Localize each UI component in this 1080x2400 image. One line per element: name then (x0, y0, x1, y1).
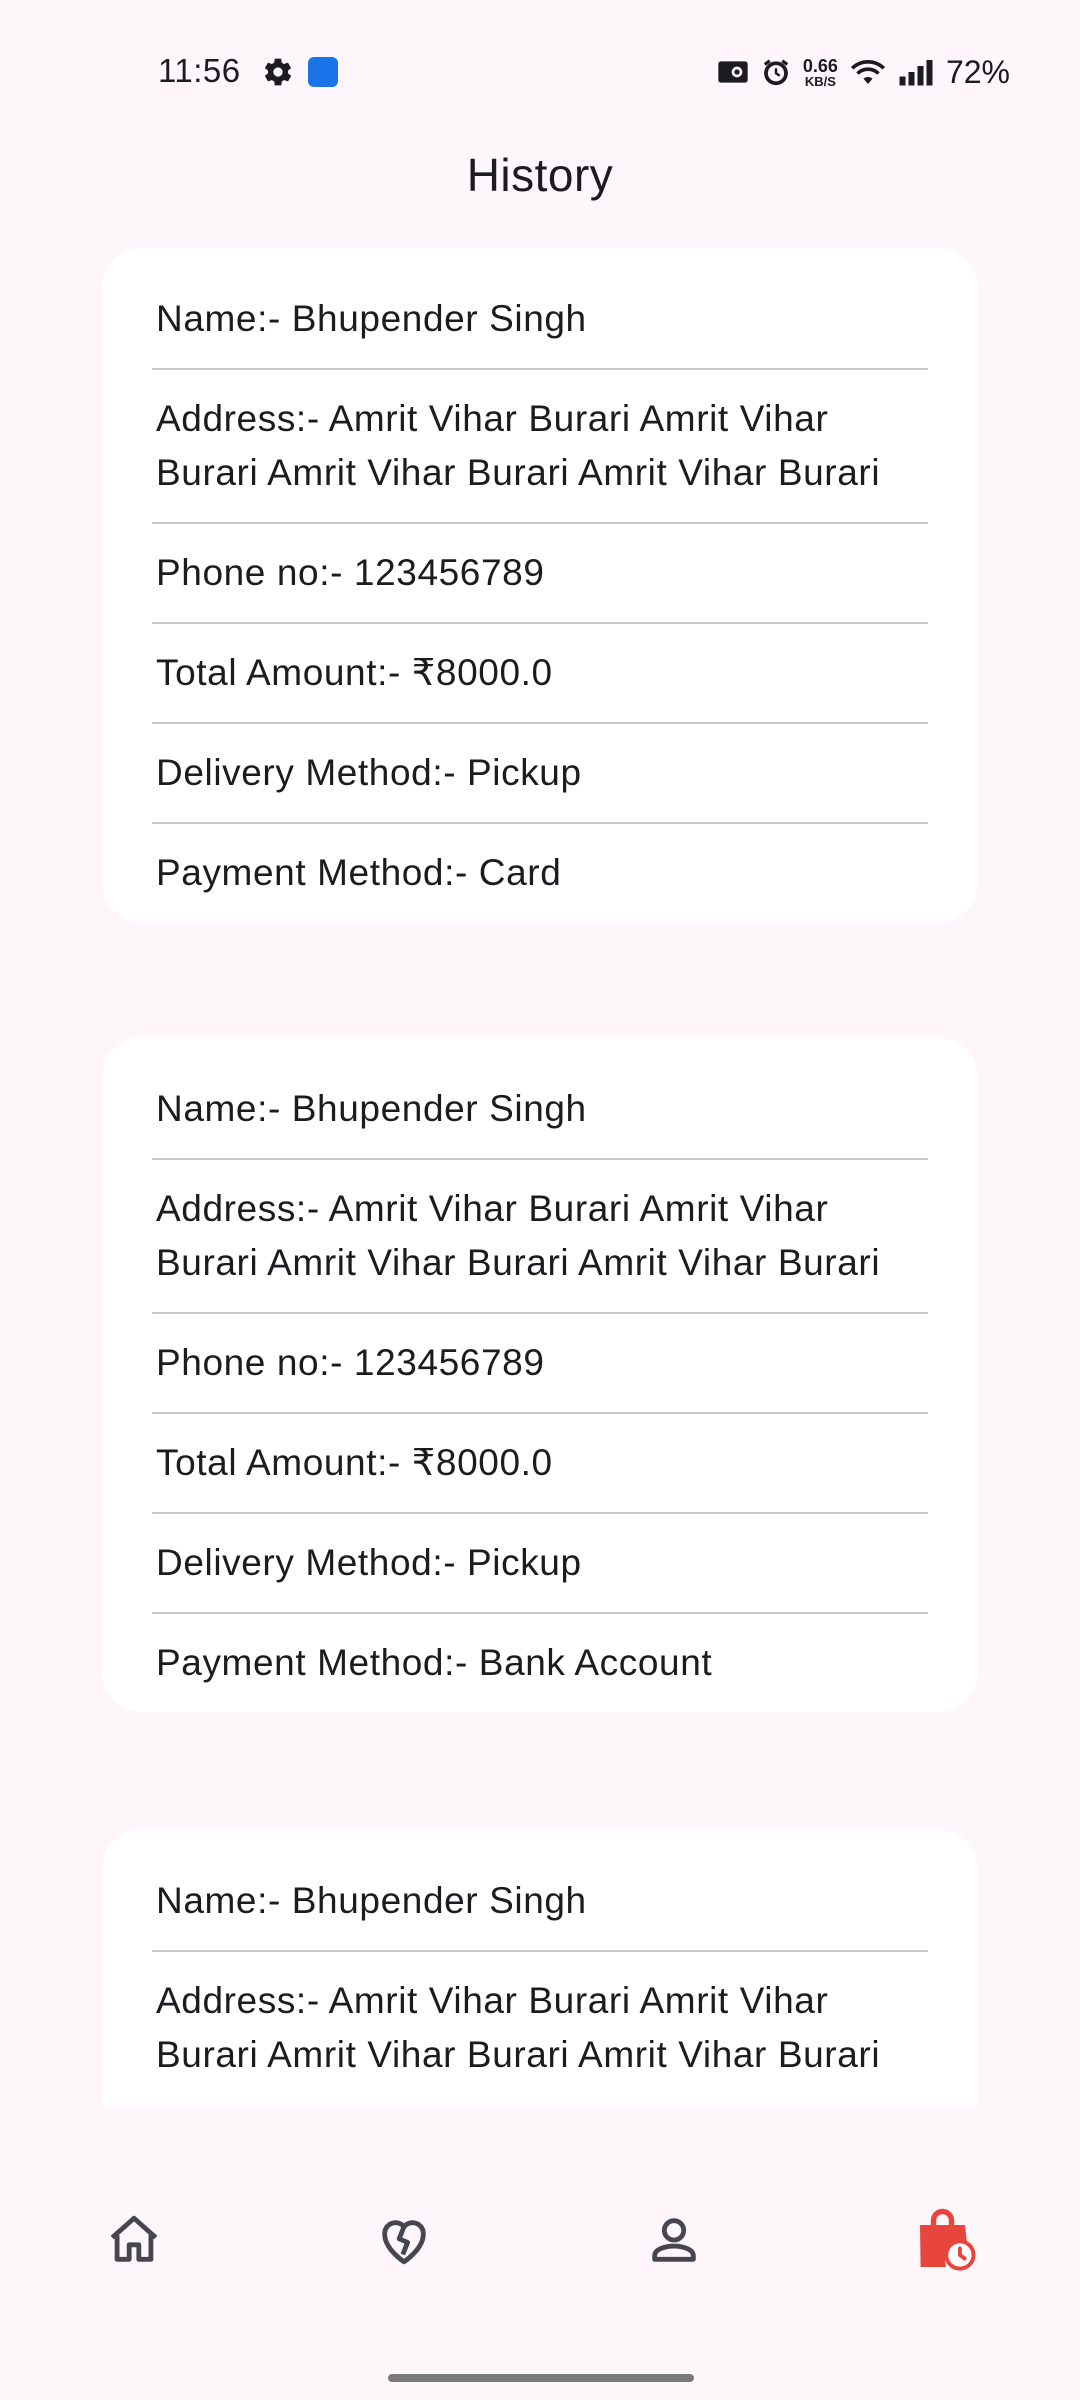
order-card[interactable]: Name:- Bhupender Singh Address:- Amrit V… (102, 1038, 978, 1712)
order-delivery-method: Delivery Method:- Pickup (152, 1514, 928, 1614)
home-indicator[interactable] (388, 2374, 694, 2382)
order-phone: Phone no:- 123456789 (152, 524, 928, 624)
nav-favorites[interactable] (362, 2198, 446, 2282)
nav-home[interactable] (92, 2198, 176, 2282)
order-payment-method: Payment Method:- Bank Account (156, 1642, 713, 1683)
history-list[interactable]: Name:- Bhupender Singh Address:- Amrit V… (0, 248, 1080, 2106)
nav-profile[interactable] (632, 2198, 716, 2282)
order-total-amount: Total Amount:- ₹8000.0 (152, 1414, 928, 1514)
cast-icon (718, 61, 748, 83)
order-delivery-method: Delivery Method:- Pickup (152, 724, 928, 824)
order-history-icon (920, 2208, 976, 2271)
status-icons: 0.66 KB/S 72% (717, 52, 1010, 92)
page-title: History (466, 149, 614, 201)
order-total-amount: Total Amount:- ₹8000.0 (152, 624, 928, 724)
person-icon (652, 2218, 696, 2262)
order-name: Name:- Bhupender Singh (152, 1060, 928, 1160)
order-name: Name:- Bhupender Singh (152, 1852, 928, 1952)
heart-broken-icon (382, 2220, 426, 2265)
order-address: Address:- Amrit Vihar Burari Amrit Vihar… (152, 1160, 928, 1314)
status-bar: 11:56 0.66 KB/S 72% (0, 0, 1080, 140)
order-card[interactable]: Name:- Bhupender Singh Address:- Amrit V… (102, 248, 978, 922)
order-card[interactable]: Name:- Bhupender Singh Address:- Amrit V… (102, 1830, 978, 2106)
home-icon (110, 2215, 158, 2262)
nav-order-history[interactable] (902, 2198, 986, 2282)
order-address: Address:- Amrit Vihar Burari Amrit Vihar… (152, 370, 928, 524)
net-speed-value: 0.66 (802, 55, 838, 76)
bottom-navigation-bar (0, 2106, 1080, 2356)
wifi-icon (850, 60, 885, 84)
order-payment-method: Payment Method:- Card (156, 852, 562, 893)
order-address: Address:- Amrit Vihar Burari Amrit Vihar… (156, 1980, 881, 2075)
alarm-icon (763, 59, 789, 86)
battery-percentage: 72% (945, 53, 1010, 90)
signal-icon (899, 60, 933, 86)
net-speed: 0.66 KB/S (803, 57, 838, 88)
order-phone: Phone no:- 123456789 (152, 1314, 928, 1414)
net-speed-unit: KB/S (804, 73, 836, 89)
app-notification-icon (308, 57, 338, 87)
order-name: Name:- Bhupender Singh (152, 270, 928, 370)
status-time: 11:56 (158, 52, 241, 89)
settings-gear-icon (264, 58, 292, 86)
